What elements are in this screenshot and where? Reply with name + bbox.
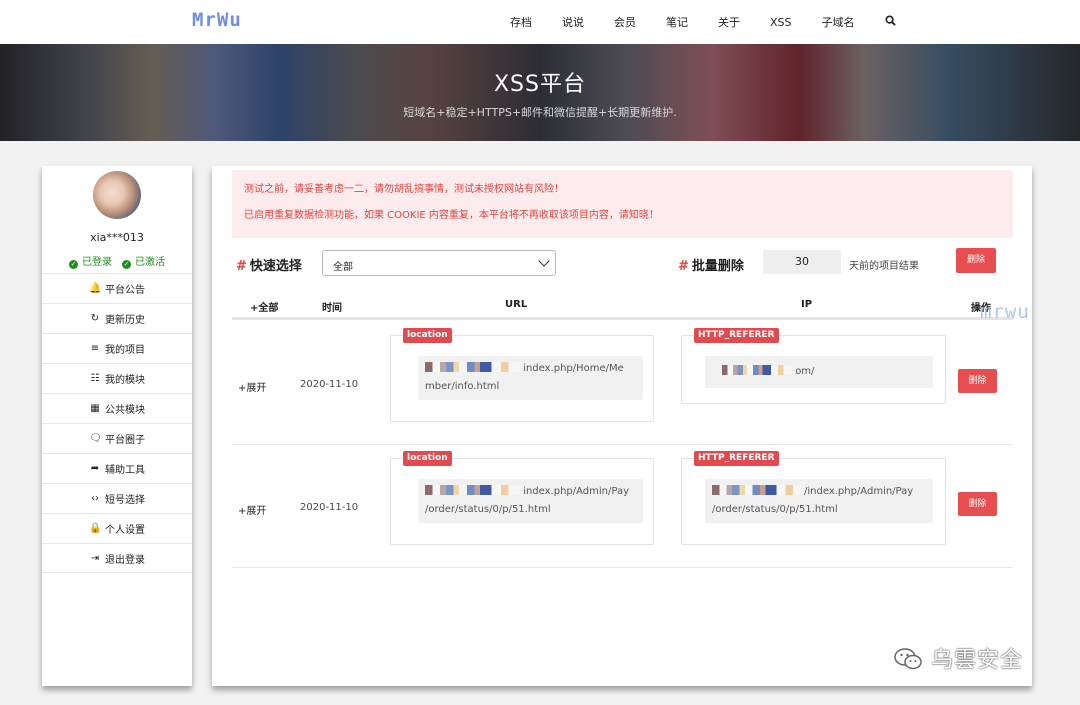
sidebar-item-announcement[interactable]: 🔔 平台公告: [42, 273, 192, 303]
header-banner: XSS平台 短域名+稳定+HTTPS+邮件和微信提醒+长期更新维护.: [0, 44, 1080, 141]
nav-item-talk[interactable]: 说说: [562, 14, 584, 30]
sidebar-item-public-modules[interactable]: ▦ 公共模块: [42, 393, 192, 423]
table-header: +全部 时间 URL IP 操作: [232, 294, 1013, 320]
header-select-all[interactable]: +全部: [250, 299, 278, 314]
redacted-block: [425, 362, 520, 372]
redacted-block: [722, 365, 792, 375]
mrwu-watermark: mrwu: [980, 301, 1030, 323]
redacted-block: [425, 485, 520, 495]
check-circle-icon: ✓: [122, 260, 131, 269]
batch-delete-button[interactable]: 删除: [956, 248, 996, 273]
banner-subtitle: 短域名+稳定+HTTPS+邮件和微信提醒+长期更新维护.: [403, 106, 677, 119]
status-activated: ✓ 已激活: [122, 257, 165, 269]
sidebar-menu: 🔔 平台公告 ↻ 更新历史 ≡ 我的项目 ☷ 我的模块 ▦ 公共模块 🗨 平台圈子 ➦ 辅助工…: [42, 273, 192, 573]
nav-item-subdomain[interactable]: 子域名: [822, 14, 855, 30]
url-card: location index.php/Home/Me mber/info.html: [390, 328, 654, 422]
search-icon[interactable]: [884, 15, 896, 29]
url-card: location index.php/Admin/Pay/order/statu…: [390, 451, 654, 545]
sidebar-item-tools[interactable]: ➦ 辅助工具: [42, 453, 192, 483]
share-arrow-icon: ➦: [90, 463, 100, 474]
nav-item-archive[interactable]: 存档: [510, 14, 532, 30]
row-delete-button[interactable]: 删除: [958, 492, 997, 516]
table-row: +展开 2020-11-10 location index.php/Admin/…: [232, 445, 1013, 568]
header-time: 时间: [322, 303, 342, 314]
ip-tag: HTTP_REFERER: [694, 451, 779, 466]
sidebar-item-settings[interactable]: 🔒 个人设置: [42, 513, 192, 543]
ip-card: HTTP_REFERER /index.php/Admin/Pay/order/…: [681, 451, 946, 545]
nav-menu: 存档 说说 会员 笔记 关于 XSS 子域名: [510, 0, 896, 44]
ip-tag: HTTP_REFERER: [694, 328, 779, 343]
row-delete-button[interactable]: 删除: [958, 369, 997, 393]
list-ul-icon: ☷: [90, 373, 100, 384]
batch-delete-label: # 批量删除: [678, 259, 744, 274]
user-sidebar: xia***013 ✓ 已登录 ✓ 已激活 🔔 平台公告 ↻ 更新历史 ≡ 我的项目 ☷ 我…: [42, 166, 192, 686]
avatar: [93, 171, 141, 219]
alert-line: 已启用重复数据检测功能，如果 COOKIE 内容重复，本平台将不再收取该项目内容…: [244, 210, 659, 221]
url-value[interactable]: index.php/Home/Me mber/info.html: [418, 356, 643, 400]
warning-alert: 测试之前，请妥善考虑一二，请勿胡乱搞事情，测试未授权网站有风险！ 已启用重复数据…: [232, 170, 1013, 238]
sidebar-item-update-history[interactable]: ↻ 更新历史: [42, 303, 192, 333]
redacted-block: [712, 485, 804, 495]
list-icon: ≡: [90, 343, 100, 354]
chevron-down-icon: [538, 255, 550, 267]
site-logo[interactable]: MrWu: [192, 9, 242, 31]
check-circle-icon: ✓: [69, 260, 78, 269]
sidebar-item-my-modules[interactable]: ☷ 我的模块: [42, 363, 192, 393]
days-input[interactable]: 30: [763, 250, 841, 274]
user-lock-icon: 🔒: [89, 523, 102, 534]
nav-item-xss[interactable]: XSS: [770, 16, 792, 29]
controls-bar: # 快速选择 全部 # 批量删除 30 天前的项目结果 删除: [232, 248, 1013, 278]
url-tag: location: [403, 328, 452, 343]
account-status: ✓ 已登录 ✓ 已激活: [42, 253, 192, 269]
sidebar-item-my-projects[interactable]: ≡ 我的项目: [42, 333, 192, 363]
code-icon: ‹›: [91, 493, 99, 504]
table-row: +展开 2020-11-10 location index.php/Home/M…: [232, 322, 1013, 445]
url-tag: location: [403, 451, 452, 466]
expand-toggle[interactable]: +展开: [238, 379, 266, 394]
ip-value[interactable]: om/: [705, 356, 933, 388]
comments-icon: 🗨: [89, 433, 102, 444]
bell-icon: 🔔: [89, 283, 102, 294]
sidebar-item-logout[interactable]: ⇥ 退出登录: [42, 543, 192, 573]
top-navbar: MrWu 存档 说说 会员 笔记 关于 XSS 子域名: [0, 0, 1080, 44]
wechat-watermark: 乌雲安全: [893, 642, 1023, 674]
wechat-icon: [893, 647, 923, 671]
header-ip: IP: [801, 299, 813, 310]
expand-toggle[interactable]: +展开: [238, 502, 266, 517]
ip-value[interactable]: /index.php/Admin/Pay/order/status/0/p/51…: [705, 479, 933, 523]
refresh-icon: ↻: [90, 313, 100, 324]
username: xia***013: [90, 231, 144, 244]
grid-icon: ▦: [90, 403, 100, 414]
row-date: 2020-11-10: [300, 379, 359, 390]
nav-item-about[interactable]: 关于: [718, 14, 740, 30]
url-value[interactable]: index.php/Admin/Pay/order/status/0/p/51.…: [418, 479, 643, 523]
nav-item-notes[interactable]: 笔记: [666, 14, 688, 30]
quick-select-dropdown[interactable]: 全部: [322, 250, 556, 276]
sidebar-item-community[interactable]: 🗨 平台圈子: [42, 423, 192, 453]
row-date: 2020-11-10: [300, 502, 359, 513]
sidebar-item-short-code[interactable]: ‹› 短号选择: [42, 483, 192, 513]
days-suffix: 天前的项目结果: [849, 261, 919, 272]
nav-item-member[interactable]: 会员: [614, 14, 636, 30]
sign-out-icon: ⇥: [90, 552, 100, 564]
header-url: URL: [505, 299, 528, 310]
alert-line: 测试之前，请妥善考虑一二，请勿胡乱搞事情，测试未授权网站有风险！: [244, 184, 564, 195]
status-logged-in: ✓ 已登录: [69, 257, 112, 269]
banner-title: XSS平台: [493, 72, 586, 97]
quick-select-label: # 快速选择: [236, 259, 302, 274]
ip-card: HTTP_REFERER om/: [681, 328, 946, 404]
main-panel: 测试之前，请妥善考虑一二，请勿胡乱搞事情，测试未授权网站有风险！ 已启用重复数据…: [212, 166, 1032, 686]
